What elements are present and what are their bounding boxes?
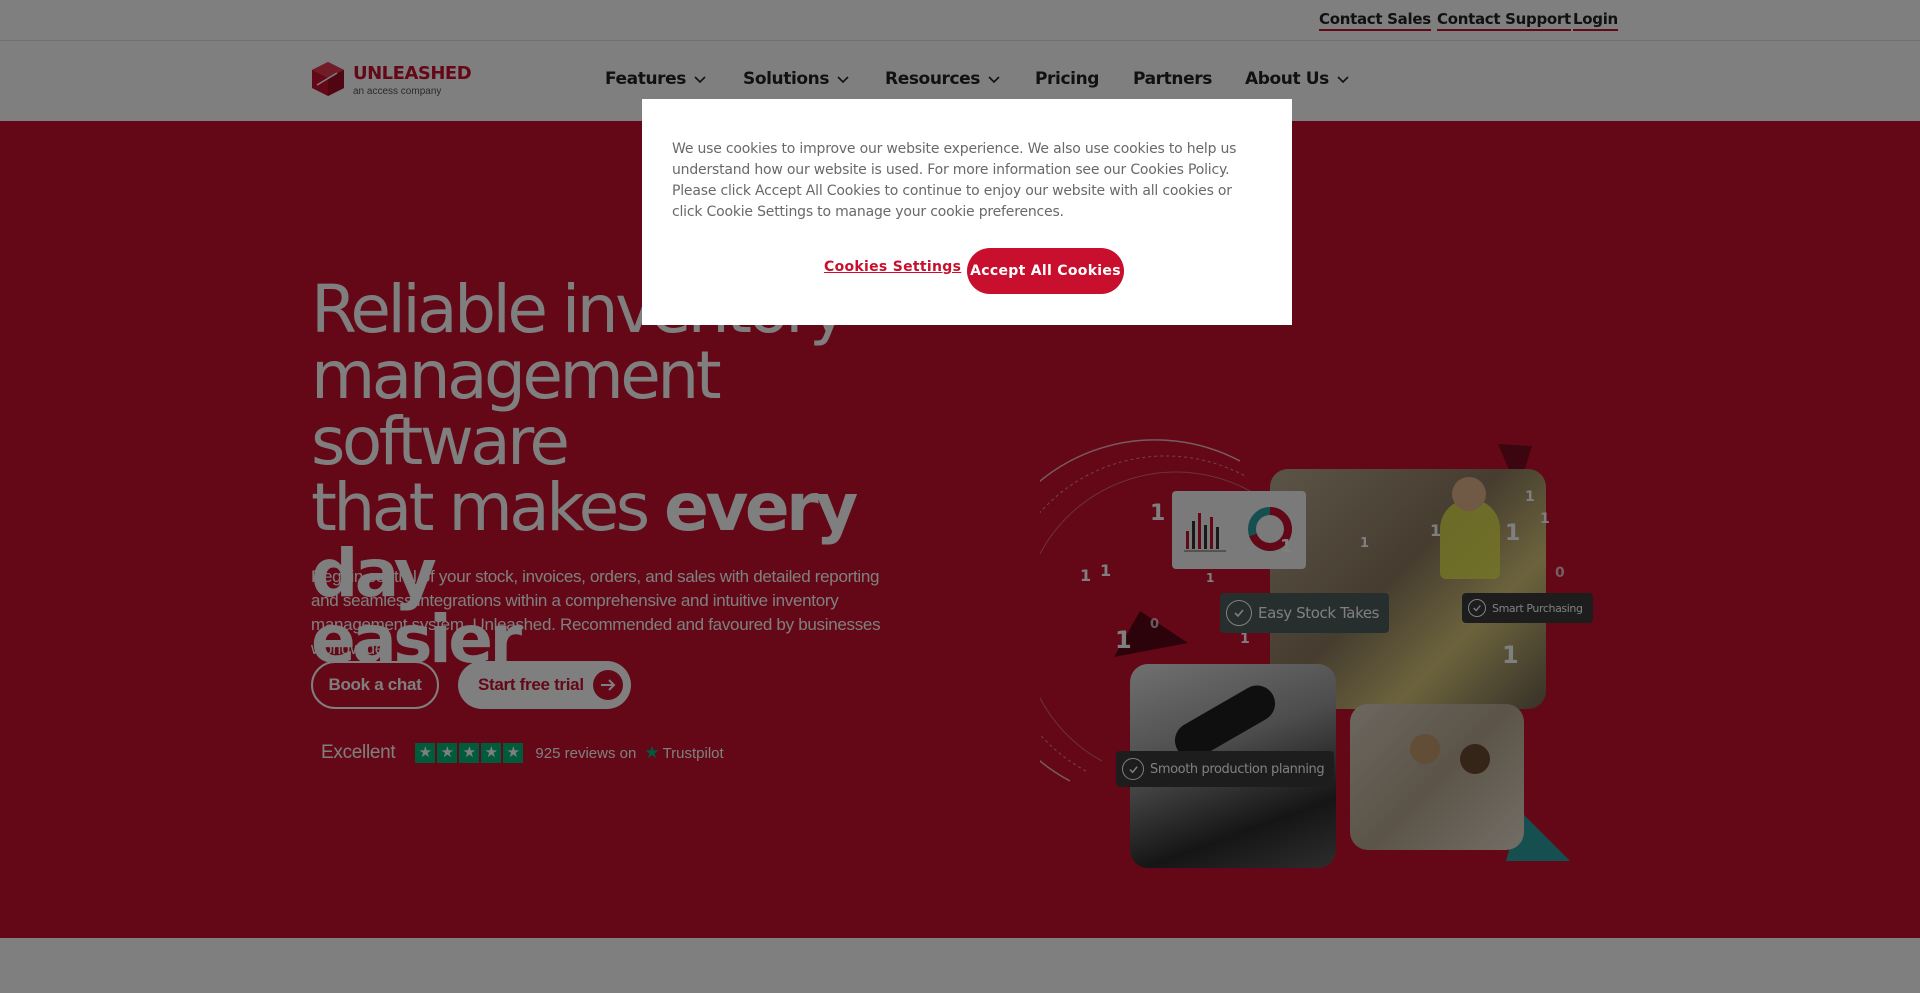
accept-all-cookies-button[interactable]: Accept All Cookies — [967, 248, 1124, 294]
cookies-settings-link[interactable]: Cookies Settings — [824, 259, 961, 275]
cookie-consent-dialog: We use cookies to improve our website ex… — [642, 99, 1292, 325]
cookie-consent-message: We use cookies to improve our website ex… — [672, 141, 1237, 220]
